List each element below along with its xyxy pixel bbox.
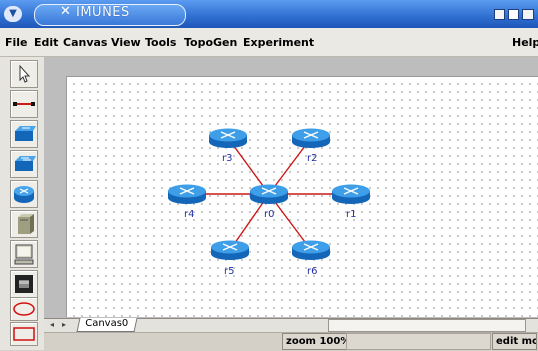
- red-rectangle-icon: [13, 327, 35, 341]
- tab-scroll-left-icon[interactable]: ◂: [50, 320, 54, 329]
- status-empty: [346, 333, 491, 350]
- cursor-arrow-icon: [19, 64, 31, 83]
- topology-canvas[interactable]: r3 r2 r4 r0 r1 r5 r6: [66, 76, 538, 317]
- oval-tool[interactable]: [10, 297, 38, 321]
- router-label-r6: r6: [307, 266, 318, 277]
- router-r6-icon[interactable]: [292, 240, 330, 261]
- close-icon[interactable]: ✕: [60, 4, 71, 19]
- router-label-r2: r2: [307, 153, 318, 164]
- topology-graph: [168, 128, 370, 261]
- horizontal-scrollbar[interactable]: [328, 319, 526, 332]
- router-r3-icon[interactable]: [209, 128, 247, 149]
- hub-tool[interactable]: [10, 120, 38, 148]
- tab-scroll-right-icon[interactable]: ▸: [62, 320, 66, 329]
- host-tool[interactable]: [10, 210, 38, 238]
- router-icon: [14, 186, 34, 203]
- maximize-icon[interactable]: [508, 9, 519, 20]
- menu-file[interactable]: File: [5, 36, 28, 49]
- router-r4-icon[interactable]: [168, 184, 206, 205]
- router-label-r1: r1: [346, 209, 357, 220]
- minimize-icon[interactable]: [494, 9, 505, 20]
- menu-tools[interactable]: Tools: [145, 36, 176, 49]
- pc-tool[interactable]: [10, 240, 38, 268]
- menu-experiment[interactable]: Experiment: [243, 36, 314, 49]
- menu-help[interactable]: Help: [512, 36, 538, 49]
- title-bar: ▼ ✕ IMUNES: [0, 0, 538, 28]
- tab-canvas0[interactable]: Canvas0: [76, 318, 138, 332]
- tab-canvas0-label: Canvas0: [85, 318, 129, 329]
- window-title: IMUNES: [76, 5, 130, 20]
- external-interface-tool[interactable]: [10, 270, 38, 298]
- router-label-r5: r5: [224, 266, 235, 277]
- system-menu-icon[interactable]: ▼: [4, 6, 22, 22]
- zoom-status: zoom 100%: [282, 333, 349, 350]
- router-r1-icon[interactable]: [332, 184, 370, 205]
- router-r5-icon[interactable]: [211, 240, 249, 260]
- router-r2-icon[interactable]: [292, 128, 330, 149]
- router-label-r3: r3: [222, 153, 233, 164]
- host-server-icon: [18, 214, 34, 234]
- link-tool[interactable]: [10, 90, 38, 118]
- hub-icon: [15, 126, 36, 141]
- menu-bar: File Edit Canvas View Tools TopoGen Expe…: [0, 28, 538, 57]
- link-line-icon: [13, 102, 35, 106]
- menu-edit[interactable]: Edit: [34, 36, 58, 49]
- menu-topogen[interactable]: TopoGen: [184, 36, 237, 49]
- router-r0-icon[interactable]: [250, 184, 288, 205]
- router-tool[interactable]: [10, 180, 38, 208]
- window-close-button[interactable]: [522, 9, 534, 20]
- menu-canvas[interactable]: Canvas: [63, 36, 107, 49]
- router-label-r0: r0: [264, 209, 275, 220]
- select-tool[interactable]: [10, 60, 38, 88]
- rectangle-tool[interactable]: [10, 322, 38, 346]
- menu-view[interactable]: View: [111, 36, 141, 49]
- router-label-r4: r4: [184, 209, 195, 220]
- switch-tool[interactable]: [10, 150, 38, 178]
- switch-icon: [15, 156, 36, 171]
- rj45-port-icon: [15, 275, 33, 293]
- red-oval-icon: [13, 302, 35, 316]
- pc-monitor-icon: [14, 244, 34, 265]
- mode-status: edit mode: [492, 333, 537, 350]
